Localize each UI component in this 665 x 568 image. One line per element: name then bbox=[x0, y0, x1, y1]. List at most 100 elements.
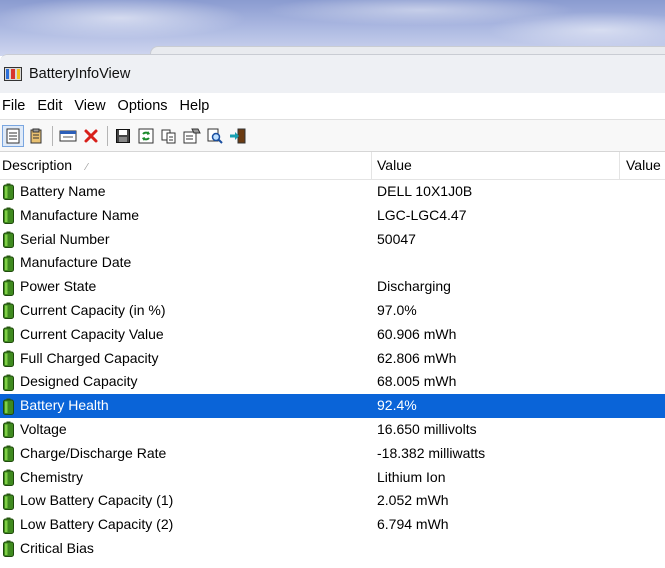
clipboard-button[interactable] bbox=[25, 125, 47, 147]
sort-arrow-icon: ⁄ bbox=[86, 162, 88, 173]
list-header: Description ⁄ Value Value bbox=[0, 152, 665, 180]
value-cell: 62.806 mWh bbox=[377, 349, 457, 366]
menu-edit[interactable]: Edit bbox=[35, 98, 69, 114]
value-cell: 16.650 millivolts bbox=[377, 420, 477, 437]
battery-icon bbox=[3, 374, 20, 391]
window-icon bbox=[59, 128, 77, 144]
html-report-button[interactable] bbox=[181, 125, 203, 147]
list-row[interactable]: Manufacture Name LGC-LGC4.47 bbox=[0, 204, 665, 228]
value-cell: 92.4% bbox=[377, 397, 417, 414]
description-text: Manufacture Name bbox=[20, 206, 140, 223]
value-cell: DELL 10X1J0B bbox=[377, 183, 473, 199]
list-row[interactable]: Charge/Discharge Rate -18.382 milliwatts bbox=[0, 442, 665, 466]
find-button[interactable] bbox=[204, 125, 226, 147]
value-cell: 6.794 mWh bbox=[377, 516, 449, 533]
battery-icon bbox=[3, 207, 20, 225]
list-row[interactable]: Voltage 16.650 millivolts bbox=[0, 418, 665, 442]
exit-icon bbox=[229, 128, 247, 144]
value-cell: 2.052 mWh bbox=[377, 492, 449, 509]
save-button[interactable] bbox=[112, 125, 134, 147]
battery-icon bbox=[3, 540, 20, 558]
value-cell: Discharging bbox=[377, 278, 451, 295]
description-text: Critical Bias bbox=[20, 539, 94, 556]
window-button[interactable] bbox=[57, 125, 79, 147]
description-cell: Charge/Discharge Rate bbox=[3, 442, 166, 466]
value-cell: Lithium Ion bbox=[377, 468, 446, 485]
value-cell: 97.0% bbox=[377, 301, 417, 318]
battery-icon bbox=[3, 279, 20, 296]
menu-bar: File Edit View Options Help bbox=[0, 93, 665, 119]
list-row[interactable]: Manufacture Date bbox=[0, 251, 665, 275]
description-text: Full Charged Capacity bbox=[20, 349, 159, 366]
description-cell: Designed Capacity bbox=[3, 370, 138, 394]
description-cell: Current Capacity (in %) bbox=[3, 299, 166, 323]
copy-icon bbox=[161, 128, 177, 144]
battery-icon bbox=[3, 493, 20, 510]
description-cell: Battery Name bbox=[3, 180, 106, 204]
menu-options[interactable]: Options bbox=[116, 98, 175, 114]
description-cell: Current Capacity Value bbox=[3, 323, 164, 347]
list-row[interactable]: Battery Name DELL 10X1J0B bbox=[0, 180, 665, 204]
value-cell: -18.382 milliwatts bbox=[377, 444, 486, 461]
column-header-description[interactable]: Description ⁄ bbox=[0, 152, 372, 179]
battery-icon bbox=[3, 350, 20, 367]
description-text: Battery Name bbox=[20, 183, 106, 199]
description-text: Designed Capacity bbox=[20, 373, 138, 390]
list-row[interactable]: Low Battery Capacity (1) 2.052 mWh bbox=[0, 489, 665, 513]
copy-button[interactable] bbox=[158, 125, 180, 147]
description-cell: Critical Bias bbox=[3, 537, 94, 561]
app-window: BatteryInfoView File Edit View Options Help … bbox=[0, 54, 665, 568]
description-cell: Serial Number bbox=[3, 228, 109, 252]
value-cell: 50047 bbox=[377, 230, 416, 247]
description-text: Manufacture Date bbox=[20, 254, 132, 271]
delete-x-button[interactable] bbox=[80, 125, 102, 147]
battery-icon bbox=[3, 255, 20, 272]
list-row[interactable]: Chemistry Lithium Ion bbox=[0, 466, 665, 490]
menu-file[interactable]: File bbox=[0, 98, 32, 114]
list-row[interactable]: Full Charged Capacity 62.806 mWh bbox=[0, 347, 665, 371]
description-cell: Full Charged Capacity bbox=[3, 347, 159, 371]
window-title: BatteryInfoView bbox=[29, 66, 131, 82]
description-text: Charge/Discharge Rate bbox=[20, 444, 167, 461]
refresh-icon bbox=[138, 128, 154, 144]
screen: BatteryInfoView File Edit View Options Help … bbox=[0, 0, 665, 568]
description-text: Serial Number bbox=[20, 230, 110, 247]
description-cell: Battery Health bbox=[3, 394, 109, 418]
value-cell: 68.005 mWh bbox=[377, 373, 457, 390]
description-cell: Low Battery Capacity (2) bbox=[3, 513, 173, 537]
clipboard-icon bbox=[28, 128, 44, 144]
battery-icon bbox=[3, 231, 20, 248]
title-bar[interactable]: BatteryInfoView bbox=[0, 55, 665, 93]
list-row[interactable]: Serial Number 50047 bbox=[0, 228, 665, 252]
description-cell: Low Battery Capacity (1) bbox=[3, 489, 173, 513]
toolbar bbox=[0, 119, 665, 152]
description-text: Current Capacity (in %) bbox=[20, 301, 166, 318]
menu-help[interactable]: Help bbox=[178, 98, 217, 114]
battery-icon bbox=[3, 398, 20, 415]
description-text: Low Battery Capacity (1) bbox=[20, 492, 174, 509]
html-report-icon bbox=[183, 128, 201, 144]
battery-icon bbox=[3, 183, 20, 201]
list-row[interactable]: Current Capacity (in %) 97.0% bbox=[0, 299, 665, 323]
column-header-value[interactable]: Value bbox=[372, 152, 620, 179]
list-row[interactable]: Power State Discharging bbox=[0, 275, 665, 299]
list-row[interactable]: Battery Health 92.4% bbox=[0, 394, 665, 418]
list-row[interactable]: Low Battery Capacity (2) 6.794 mWh bbox=[0, 513, 665, 537]
description-text: Voltage bbox=[20, 420, 67, 437]
list-row[interactable]: Current Capacity Value 60.906 mWh bbox=[0, 323, 665, 347]
description-text: Current Capacity Value bbox=[20, 325, 164, 342]
properties-view-button[interactable] bbox=[2, 124, 24, 147]
battery-icon bbox=[3, 517, 20, 534]
description-text: Battery Health bbox=[20, 397, 109, 414]
description-cell: Voltage bbox=[3, 418, 67, 442]
save-icon bbox=[115, 128, 131, 144]
list-row[interactable]: Critical Bias bbox=[0, 537, 665, 561]
list-row[interactable]: Designed Capacity 68.005 mWh bbox=[0, 370, 665, 394]
exit-button[interactable] bbox=[227, 125, 249, 147]
battery-app-icon bbox=[4, 67, 22, 81]
toolbar-separator bbox=[52, 125, 53, 146]
column-header-value-2-label: Value bbox=[626, 157, 661, 173]
refresh-button[interactable] bbox=[135, 125, 157, 147]
column-header-value-2[interactable]: Value bbox=[620, 152, 665, 179]
menu-view[interactable]: View bbox=[72, 98, 112, 114]
